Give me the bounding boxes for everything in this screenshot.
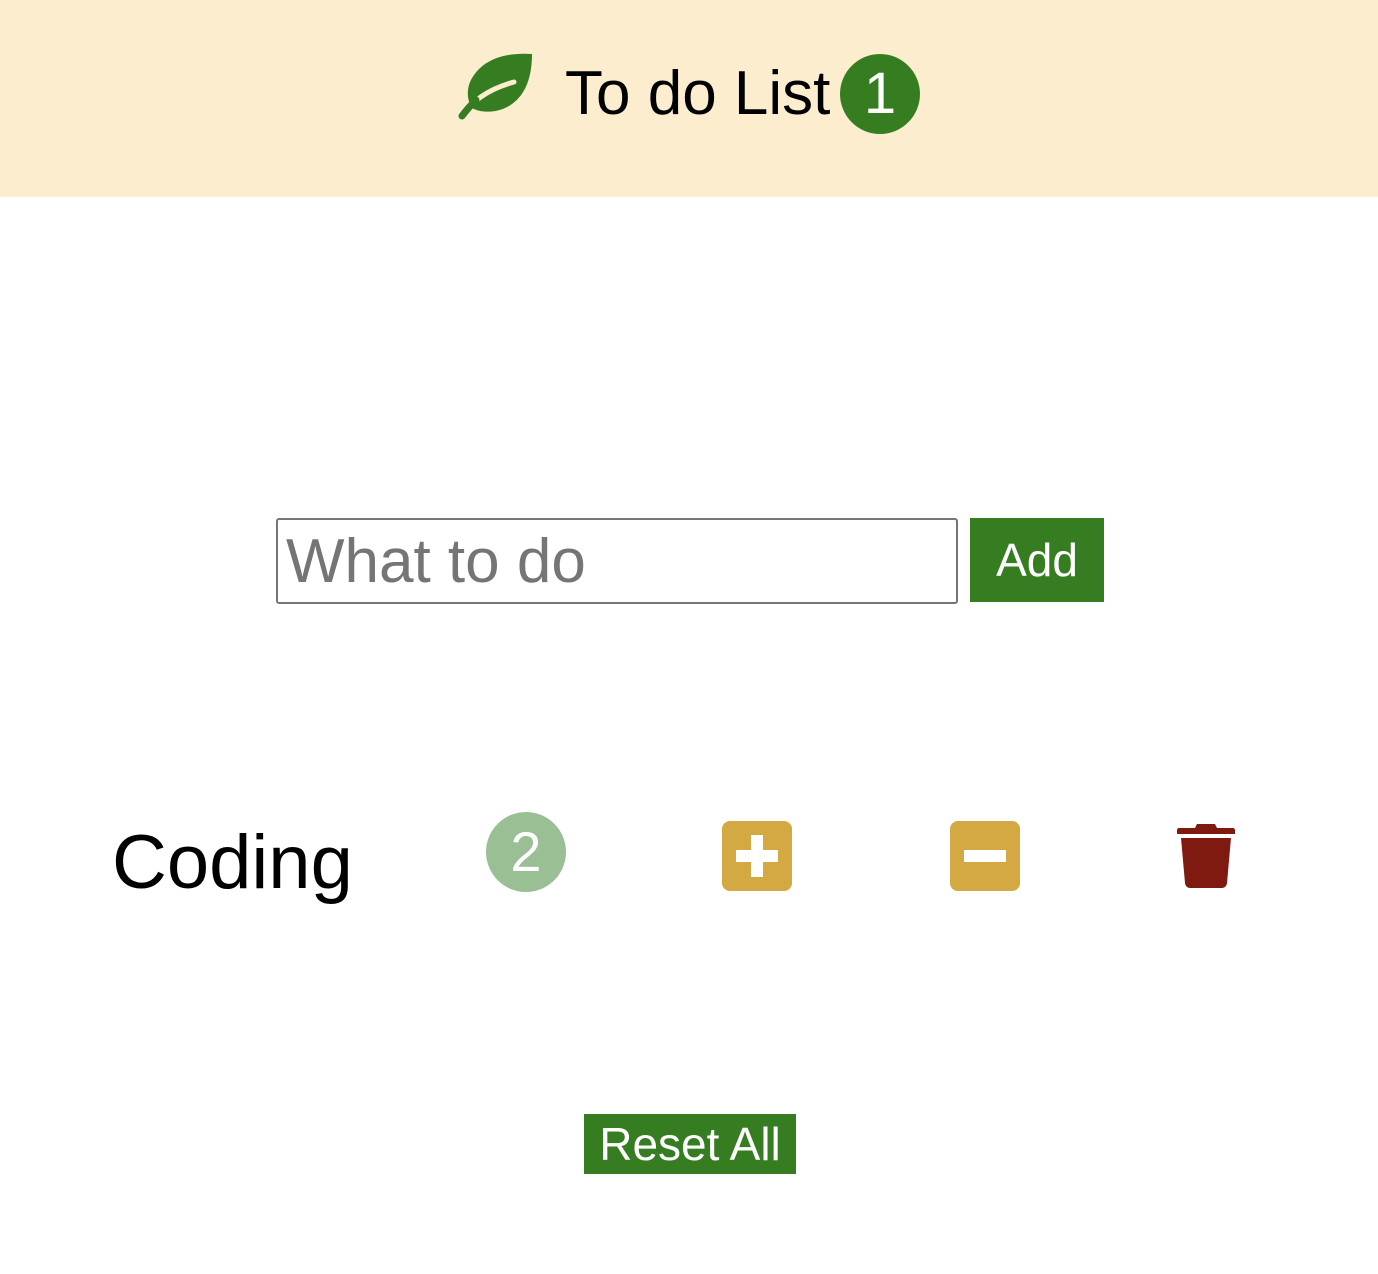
minus-square-icon[interactable] xyxy=(950,821,1020,891)
add-button[interactable]: Add xyxy=(970,518,1104,602)
header-bar: To do List 1 xyxy=(0,0,1378,197)
item-count-badge: 2 xyxy=(486,812,566,892)
item-label: Coding xyxy=(112,820,353,905)
todo-count-badge: 1 xyxy=(840,54,920,134)
leaf-icon xyxy=(458,53,532,120)
todo-input[interactable] xyxy=(276,518,958,604)
trash-icon[interactable] xyxy=(1177,822,1235,888)
page-title: To do List xyxy=(565,59,831,128)
reset-all-button[interactable]: Reset All xyxy=(584,1114,796,1174)
plus-square-icon[interactable] xyxy=(722,821,792,891)
